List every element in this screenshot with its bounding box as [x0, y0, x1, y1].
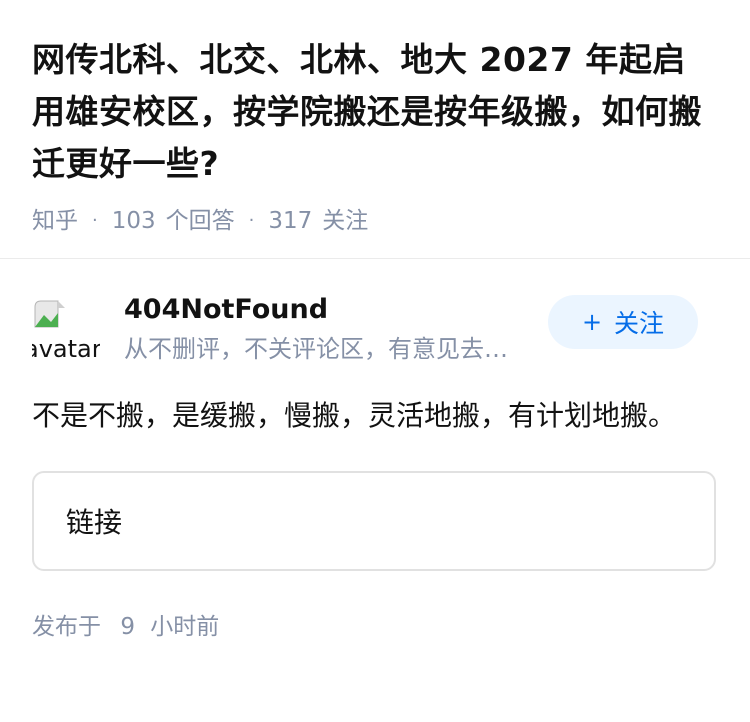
- follow-count: 317: [268, 208, 313, 234]
- link-card[interactable]: 链接: [32, 471, 716, 571]
- author-bio: 从不删评，不关评论区，有意见去…: [124, 335, 508, 363]
- answer-card: avatar 404NotFound 从不删评，不关评论区，有意见去… + 关注…: [0, 259, 750, 641]
- publish-time: 发布于 9 小时前: [32, 607, 718, 641]
- avatar[interactable]: avatar: [32, 297, 100, 365]
- follow-count-label: 关注: [322, 208, 369, 234]
- follow-button-label: 关注: [614, 309, 665, 338]
- broken-image-icon: [34, 300, 65, 328]
- link-card-label: 链接: [66, 506, 123, 539]
- publish-unit: 小时前: [150, 614, 220, 640]
- question-title[interactable]: 网传北科、北交、北林、地大 2027 年起启用雄安校区，按学院搬还是按年级搬，如…: [32, 34, 718, 190]
- answer-count-label: 个回答: [165, 208, 235, 234]
- follow-button[interactable]: + 关注: [548, 295, 698, 349]
- author-info: 404NotFound 从不删评，不关评论区，有意见去…: [124, 292, 544, 366]
- answer-count: 103: [111, 208, 156, 234]
- avatar-alt-text: avatar: [32, 335, 100, 363]
- meta-separator: ·: [92, 210, 98, 231]
- plus-icon: +: [581, 308, 603, 336]
- question-header: 网传北科、北交、北林、地大 2027 年起启用雄安校区，按学院搬还是按年级搬，如…: [0, 0, 750, 258]
- source-label[interactable]: 知乎: [32, 206, 78, 236]
- author-name[interactable]: 404NotFound: [124, 292, 544, 328]
- author-row: avatar 404NotFound 从不删评，不关评论区，有意见去… + 关注: [32, 292, 718, 367]
- publish-value: 9: [120, 614, 135, 640]
- publish-prefix: 发布于: [32, 614, 101, 640]
- meta-separator: ·: [248, 210, 255, 231]
- answer-content: 不是不搬，是缓搬，慢搬，灵活地搬，有计划地搬。: [32, 399, 677, 432]
- question-meta: 知乎 · 103 个回答 · 317 关注: [32, 206, 718, 236]
